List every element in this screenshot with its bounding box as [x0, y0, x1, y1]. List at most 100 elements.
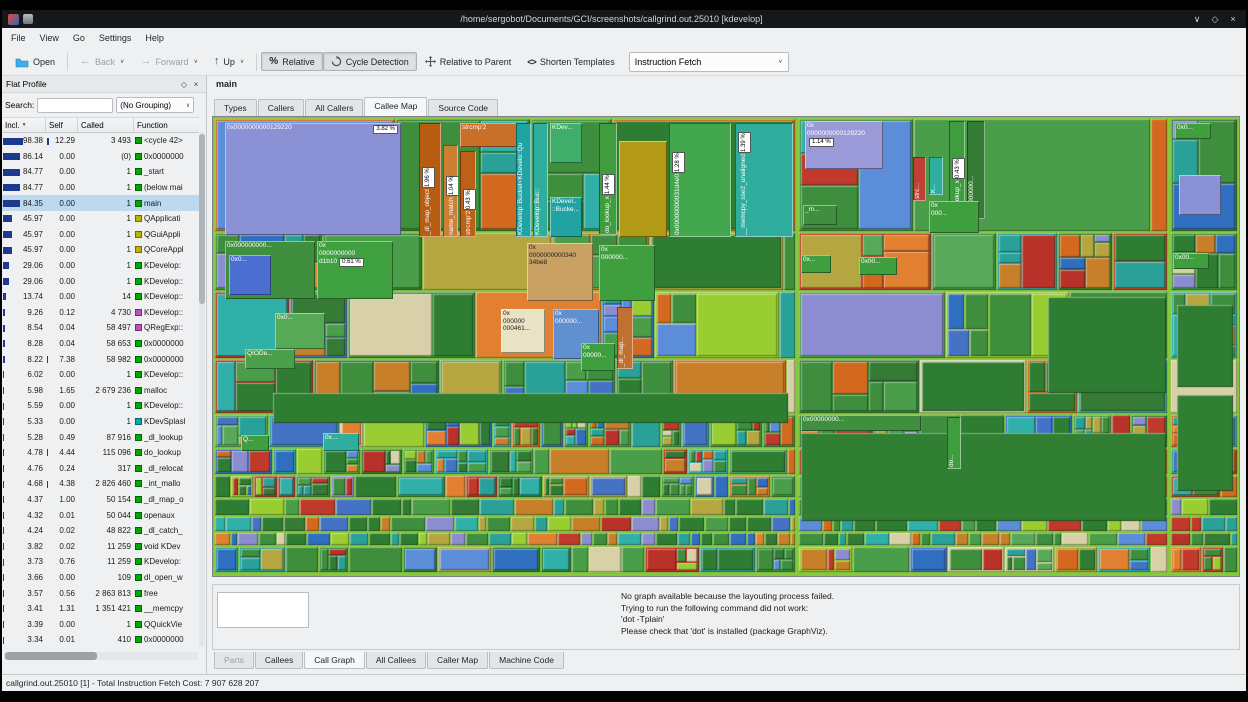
tab-types[interactable]: Types [214, 99, 257, 116]
table-row[interactable]: 8.28 0.04 58 653 0x0000000 [2, 336, 199, 352]
tab-machine-code[interactable]: Machine Code [489, 652, 564, 669]
treemap-block[interactable]: 0x0... [1175, 123, 1211, 139]
treemap-block[interactable]: 0x 000000 000461... [501, 309, 545, 353]
treemap-block[interactable]: 0x0... [229, 255, 271, 295]
table-row[interactable]: 5.28 0.49 87 916 _dl_lookup [2, 429, 199, 445]
treemap-block[interactable]: do_lookup_x1.44 % [599, 123, 617, 235]
treemap-block[interactable]: 0x 000000... [599, 245, 655, 301]
table-row[interactable]: 84.35 0.00 1 main [2, 195, 199, 211]
forward-button[interactable]: → Forward ∨ [132, 52, 205, 71]
treemap-block[interactable]: _dl_map... [617, 307, 633, 369]
column-header-incl[interactable]: Incl. ▼ [2, 118, 46, 132]
tab-caller-map[interactable]: Caller Map [427, 652, 489, 669]
table-row[interactable]: 4.24 0.02 48 822 _dl_catch_ [2, 523, 199, 539]
treemap-block[interactable]: 0x00... [859, 257, 897, 275]
table-row[interactable]: 3.39 0.00 1 QQuickVie [2, 616, 199, 632]
table-row[interactable]: 29.06 0.00 1 KDevelop: [2, 258, 199, 274]
treemap-block[interactable]: 0x... [323, 433, 359, 451]
menu-item-file[interactable]: File [4, 30, 33, 46]
cycle-detection-toggle[interactable]: Cycle Detection [322, 52, 417, 71]
menu-item-view[interactable]: View [33, 30, 66, 46]
table-row[interactable]: 3.41 1.31 1 351 421 __memcpy [2, 601, 199, 617]
table-row[interactable]: 4.76 0.24 317 _dl_relocat [2, 460, 199, 476]
treemap-block[interactable]: 0x... [801, 255, 831, 273]
treemap-block[interactable]: 0x00... [1173, 253, 1209, 269]
tab-all-callers[interactable]: All Callers [305, 99, 364, 116]
treemap-block[interactable]: KDevel.. ::Bucke... [550, 197, 582, 237]
table-row[interactable]: 4.68 4.38 2 826 460 _int_mallo [2, 476, 199, 492]
open-button[interactable]: Open [7, 52, 63, 72]
treemap-block[interactable]: do... [947, 417, 961, 469]
treemap-block[interactable]: 0x 0000000000340 34be8 [527, 243, 593, 301]
close-dock-button[interactable]: × [190, 80, 202, 89]
treemap-block[interactable]: Q... [241, 435, 269, 451]
table-row[interactable]: 3.34 0.01 410 0x0000000 [2, 632, 199, 648]
tab-callers[interactable]: Callers [257, 99, 305, 116]
titlebar[interactable]: /home/sergobot/Documents/GCI/screenshots… [2, 10, 1246, 28]
table-row[interactable]: 5.59 0.00 1 KDevelop:: [2, 398, 199, 414]
tab-source-code[interactable]: Source Code [428, 99, 499, 116]
vertical-scrollbar-thumb[interactable] [199, 134, 205, 304]
back-button[interactable]: ← Back ∨ [72, 52, 132, 71]
menu-item-go[interactable]: Go [66, 30, 92, 46]
shorten-templates-button[interactable]: <> Shorten Templates [519, 53, 622, 71]
treemap-block[interactable]: strcmp'20.43 % [460, 151, 476, 237]
table-row[interactable]: 86.14 0.00 (0) 0x0000000 [2, 149, 199, 165]
treemap-block[interactable]: name_match1.04 % [443, 145, 458, 237]
up-button[interactable]: ↑ Up ∨ [206, 52, 252, 71]
column-header-called[interactable]: Called [78, 118, 134, 132]
treemap-block[interactable]: 0x0000000000129220 3.82 % [225, 123, 401, 235]
table-row[interactable]: 4.78 4.44 115 096 do_lookup [2, 445, 199, 461]
table-row[interactable]: 4.37 1.00 50 154 _dl_map_o [2, 492, 199, 508]
treemap-block[interactable]: KDevelop::Bucket<KDevelo::Qu [516, 123, 531, 237]
table-row[interactable]: 84.77 0.00 1 _start [2, 164, 199, 180]
table-row[interactable]: 84.77 0.00 1 (below mai [2, 180, 199, 196]
treemap-block[interactable]: __memcpy_sse2_unaligned1.39 % [735, 123, 793, 237]
table-row[interactable]: 45.97 0.00 1 QApplicati [2, 211, 199, 227]
treemap-block[interactable]: 0x 00000000001292201.14 % [805, 121, 883, 169]
column-header-function[interactable]: Function [134, 118, 199, 132]
table-row[interactable]: 5.33 0.00 1 KDevSplasl [2, 414, 199, 430]
table-row[interactable]: 3.66 0.00 109 dl_open_w [2, 570, 199, 586]
tab-callees[interactable]: Callees [254, 652, 304, 669]
table-row[interactable]: 13.74 0.00 14 KDevelop:: [2, 289, 199, 305]
horizontal-scrollbar-thumb[interactable] [5, 652, 97, 660]
horizontal-scrollbar[interactable] [4, 652, 198, 660]
treemap-block[interactable]: 0x 000... [929, 201, 979, 233]
tab-parts[interactable]: Parts [214, 652, 254, 669]
table-row[interactable]: 3.73 0.76 11 259 KDevelop: [2, 554, 199, 570]
vertical-scrollbar[interactable] [199, 132, 205, 647]
column-header-self[interactable]: Self [46, 118, 78, 132]
table-row[interactable]: 3.82 0.02 11 259 void KDev [2, 538, 199, 554]
maximize-button[interactable]: ◇ [1208, 14, 1222, 25]
treemap-block[interactable]: 0x0... [275, 313, 325, 349]
treemap-block[interactable]: 0x00000000... [801, 415, 921, 431]
event-type-select[interactable]: Instruction Fetch ∨ [628, 51, 789, 72]
minimize-button[interactable]: ∨ [1190, 14, 1204, 25]
menu-item-settings[interactable]: Settings [92, 30, 139, 46]
table-row[interactable]: 3.57 0.56 2 863 813 free [2, 585, 199, 601]
search-input[interactable] [37, 97, 114, 113]
treemap-block[interactable]: K... [929, 157, 943, 195]
relative-to-parent-button[interactable]: Relative to Parent [417, 52, 520, 71]
float-dock-button[interactable]: ◇ [178, 80, 190, 89]
treemap-block[interactable] [619, 141, 667, 237]
table-row[interactable]: 29.06 0.00 1 KDevelop:: [2, 273, 199, 289]
tab-callee-map[interactable]: Callee Map [364, 97, 428, 116]
table-row[interactable]: 4.32 0.01 50 044 openaux [2, 507, 199, 523]
treemap-block[interactable]: strcmp'2 [460, 123, 520, 147]
treemap-block[interactable]: _dl_map_object1.96 % [419, 123, 441, 237]
close-button[interactable]: × [1226, 14, 1240, 24]
treemap-block[interactable]: 0x 00000... [581, 343, 615, 371]
table-row[interactable]: 5.98 1.65 2 679 236 malloc [2, 383, 199, 399]
call-graph-canvas[interactable] [217, 592, 309, 628]
relative-toggle[interactable]: % Relative [261, 52, 323, 71]
treemap-block[interactable]: KDevelop::Buc:: [533, 123, 548, 237]
treemap-block[interactable]: strc... [913, 157, 926, 201]
table-row[interactable]: 6.02 0.00 1 KDevelop:: [2, 367, 199, 383]
table-row[interactable]: 8.22 7.38 58 982 0x0000000 [2, 351, 199, 367]
table-row[interactable]: 9.26 0.12 4 730 KDevelop:: [2, 305, 199, 321]
table-row[interactable]: 98.38 12.29 3 493 <cycle 42> [2, 133, 199, 149]
treemap-block[interactable]: KDev... [550, 123, 582, 163]
grouping-select[interactable]: (No Grouping) ∨ [116, 97, 195, 113]
